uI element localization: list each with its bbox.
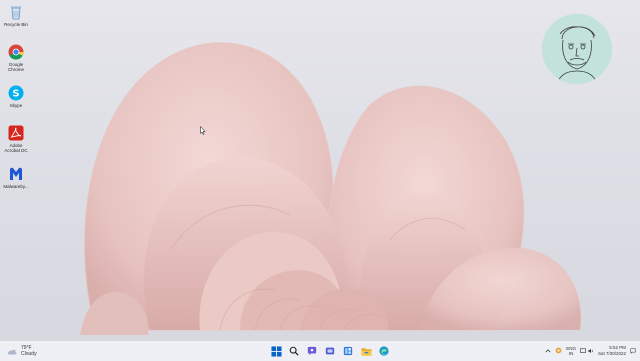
language-region: IN xyxy=(568,351,574,356)
taskbar: 79°F Cloudy ENG IN 5:52 PM Sat 7/30/2022 xyxy=(0,340,640,361)
start-button[interactable] xyxy=(270,345,282,357)
recycle-bin-icon xyxy=(8,4,24,20)
desktop-icon-chrome[interactable]: Google Chrome xyxy=(1,44,31,72)
clock[interactable]: 5:52 PM Sat 7/30/2022 xyxy=(598,345,626,357)
task-view-button[interactable] xyxy=(324,345,336,357)
notifications-button[interactable] xyxy=(630,347,636,355)
start-icon xyxy=(270,345,282,357)
desktop-icon-label: Adobe Acrobat DC xyxy=(4,143,28,153)
chevron-up-icon xyxy=(545,348,551,352)
desktop-icon-label: Recycle Bin xyxy=(4,22,28,27)
volume-icon xyxy=(588,348,593,354)
desktop-icon-acrobat[interactable]: Adobe Acrobat DC xyxy=(1,125,31,153)
file-explorer-button[interactable] xyxy=(360,345,372,357)
weather-condition: Cloudy xyxy=(21,351,37,357)
task-view-icon xyxy=(325,347,335,355)
show-hidden-icons-button[interactable] xyxy=(545,348,551,355)
malwarebytes-icon xyxy=(8,166,24,182)
desktop-icon-label: Google Chrome xyxy=(7,62,24,72)
desktop-icon-recycle-bin[interactable]: Recycle Bin xyxy=(1,4,31,27)
skype-icon: S xyxy=(8,85,24,101)
weather-widget[interactable]: 79°F Cloudy xyxy=(7,343,37,359)
desktop-icon-skype[interactable]: S Skype xyxy=(1,85,31,108)
cloud-icon xyxy=(7,349,17,354)
widgets-icon xyxy=(343,346,353,356)
search-icon xyxy=(289,346,299,356)
acrobat-icon xyxy=(8,125,24,141)
desktop: Recycle Bin Google Chrome S Skype Adobe … xyxy=(0,0,640,340)
edge-icon xyxy=(379,346,389,356)
system-tray: ENG IN 5:52 PM Sat 7/30/2022 xyxy=(545,343,636,359)
chat-icon xyxy=(307,346,317,356)
language-indicator[interactable]: ENG IN xyxy=(566,346,576,356)
tray-app-icon xyxy=(555,347,562,354)
edge-button[interactable] xyxy=(378,345,390,357)
user-avatar-sketch xyxy=(542,14,612,84)
search-button[interactable] xyxy=(288,345,300,357)
chrome-icon xyxy=(8,44,24,60)
mouse-cursor xyxy=(200,126,206,135)
clock-date: Sat 7/30/2022 xyxy=(597,351,626,356)
quick-settings-button[interactable] xyxy=(580,348,594,354)
notification-icon xyxy=(630,347,636,354)
taskbar-apps xyxy=(270,345,390,357)
display-icon xyxy=(580,348,586,353)
tray-app-button[interactable] xyxy=(555,347,562,355)
desktop-icon-label: Malwareby... xyxy=(3,184,29,189)
file-explorer-icon xyxy=(360,347,372,356)
widgets-button[interactable] xyxy=(342,345,354,357)
desktop-icon-malwarebytes[interactable]: Malwareby... xyxy=(1,166,31,189)
svg-text:S: S xyxy=(12,89,19,100)
desktop-icon-label: Skype xyxy=(9,103,23,108)
chat-button[interactable] xyxy=(306,345,318,357)
